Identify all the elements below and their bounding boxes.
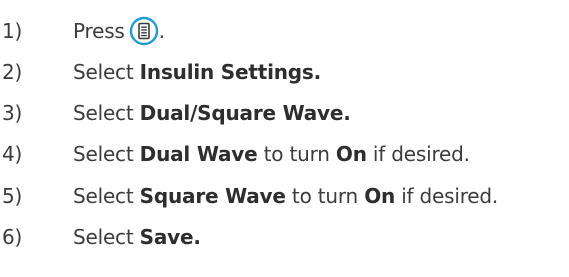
menu-option-name: Dual/Square Wave. bbox=[139, 101, 351, 125]
step-suffix: if desired. bbox=[395, 184, 499, 208]
step-connector: to turn bbox=[285, 184, 365, 208]
step-3: 3) Select Dual/Square Wave. bbox=[0, 98, 569, 128]
step-number: 2) bbox=[2, 60, 23, 84]
menu-option-name: Square Wave bbox=[139, 184, 286, 208]
step-6: 6) Select Save. bbox=[0, 222, 569, 252]
step-verb: Select bbox=[73, 60, 140, 84]
step-text: Select Insulin Settings. bbox=[73, 60, 321, 84]
step-suffix: if desired. bbox=[366, 142, 470, 166]
menu-button-icon bbox=[129, 16, 159, 46]
step-verb: Select bbox=[73, 225, 140, 249]
step-number: 6) bbox=[2, 225, 23, 249]
step-5: 5) Select Square Wave to turn On if desi… bbox=[0, 181, 569, 211]
step-period: . bbox=[158, 19, 165, 43]
step-verb: Select bbox=[73, 142, 140, 166]
step-number: 4) bbox=[2, 142, 23, 166]
step-text: Select Save. bbox=[73, 225, 201, 249]
step-text: Select Square Wave to turn On if desired… bbox=[73, 184, 498, 208]
step-verb: Select bbox=[73, 184, 140, 208]
step-connector: to turn bbox=[257, 142, 336, 166]
menu-option-name: Insulin Settings. bbox=[139, 60, 322, 84]
step-text: Press . bbox=[73, 16, 165, 46]
setting-value: On bbox=[335, 142, 367, 166]
step-4: 4) Select Dual Wave to turn On if desire… bbox=[0, 139, 569, 169]
step-text: Select Dual/Square Wave. bbox=[73, 101, 351, 125]
step-2: 2) Select Insulin Settings. bbox=[0, 57, 569, 87]
step-verb: Press bbox=[73, 19, 125, 43]
step-text: Select Dual Wave to turn On if desired. bbox=[73, 142, 470, 166]
step-number: 1) bbox=[2, 19, 23, 43]
menu-option-name: Dual Wave bbox=[139, 142, 258, 166]
step-verb: Select bbox=[73, 101, 140, 125]
setting-value: On bbox=[364, 184, 396, 208]
step-number: 3) bbox=[2, 101, 23, 125]
menu-option-name: Save. bbox=[139, 225, 201, 249]
step-number: 5) bbox=[2, 184, 23, 208]
step-1: 1) Press . bbox=[0, 16, 569, 46]
